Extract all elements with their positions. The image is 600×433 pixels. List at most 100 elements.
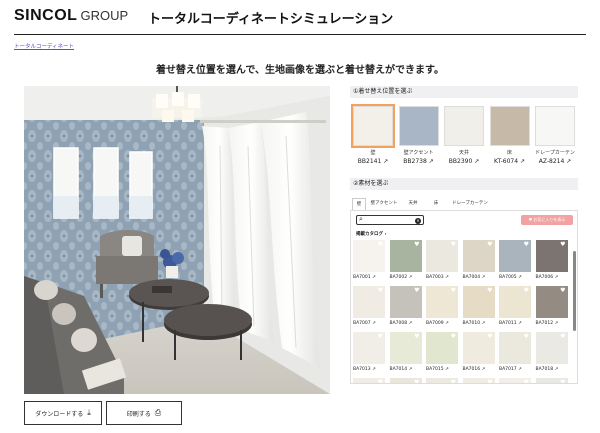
heart-icon[interactable]: ♥ — [451, 287, 456, 294]
position-list: 壁 BB2141 ↗ 壁アクセント BB2738 ↗ 天井 BB2390 ↗ 床 KT-607… — [350, 104, 578, 166]
heart-icon[interactable]: ♥ — [378, 241, 383, 248]
material-item[interactable]: ♥ BA7017 ↗ — [499, 332, 531, 372]
material-item[interactable]: ♥ BA7015 ↗ — [426, 332, 458, 372]
position-name: 壁 — [370, 150, 376, 156]
material-item[interactable]: ♥ BA7004 ↗ — [462, 240, 495, 280]
room-preview — [24, 86, 330, 394]
material-swatch: ♥ — [462, 286, 495, 318]
material-code: BA7013 ↗ — [353, 367, 376, 372]
material-item[interactable]: ♥ BA7002 ↗ — [389, 240, 422, 280]
heart-icon[interactable]: ♥ — [414, 241, 419, 248]
material-code: BA7014 ↗ — [389, 367, 413, 372]
external-link-icon: ↗ — [481, 321, 486, 326]
material-item[interactable]: ♥ BA7001 ↗ — [353, 240, 385, 280]
material-item[interactable]: ♥ BA7018 ↗ — [535, 332, 568, 372]
heart-icon[interactable]: ♥ — [414, 379, 419, 383]
heart-icon[interactable]: ♥ — [451, 333, 456, 340]
external-link-icon: ↗ — [518, 367, 522, 372]
material-item[interactable]: ♥ — [499, 378, 531, 383]
material-item[interactable]: ♥ BA7008 ↗ — [389, 286, 422, 326]
material-code: BA7009 ↗ — [426, 321, 449, 326]
logo[interactable]: SINCOL GROUP — [14, 7, 128, 25]
external-link-icon: ↗ — [372, 275, 376, 280]
heart-icon[interactable]: ♥ — [524, 241, 529, 248]
heart-icon[interactable]: ♥ — [560, 241, 565, 248]
material-code: BA7010 ↗ — [462, 321, 486, 326]
heart-icon[interactable]: ♥ — [487, 241, 492, 248]
material-item[interactable]: ♥ BA7014 ↗ — [389, 332, 422, 372]
position-swatch — [351, 104, 395, 148]
heart-icon[interactable]: ♥ — [524, 287, 529, 294]
tab-3[interactable]: 床 — [428, 198, 444, 210]
material-swatch: ♥ — [353, 378, 385, 383]
material-code: BA7018 ↗ — [535, 367, 559, 372]
material-item[interactable]: ♥ — [353, 378, 385, 383]
catalog-filter[interactable]: 掲載カタログ › — [356, 231, 386, 237]
material-code: BA7016 ↗ — [462, 367, 486, 372]
material-item[interactable]: ♥ BA7007 ↗ — [353, 286, 385, 326]
position-4[interactable]: ドレープカーテン AZ-8214 ↗ — [535, 106, 575, 165]
position-swatch — [535, 106, 575, 146]
material-item[interactable]: ♥ BA7011 ↗ — [499, 286, 531, 326]
material-code: BA7017 ↗ — [499, 367, 522, 372]
heart-icon[interactable]: ♥ — [414, 333, 419, 340]
heart-icon[interactable]: ♥ — [378, 333, 383, 340]
external-link-icon: ↗ — [408, 275, 413, 280]
external-link-icon: ↗ — [445, 367, 449, 372]
material-item[interactable]: ♥ BA7013 ↗ — [353, 332, 385, 372]
heart-icon[interactable]: ♥ — [560, 379, 565, 383]
tab-2[interactable]: 天井 — [402, 198, 424, 210]
material-item[interactable]: ♥ BA7009 ↗ — [426, 286, 458, 326]
logo-sub: GROUP — [80, 8, 129, 23]
heart-icon[interactable]: ♥ — [414, 287, 419, 294]
material-swatch: ♥ — [535, 332, 568, 364]
material-code: BA7002 ↗ — [389, 275, 413, 280]
position-2[interactable]: 天井 BB2390 ↗ — [444, 106, 484, 165]
external-link-icon: ↗ — [518, 321, 522, 326]
heart-icon[interactable]: ♥ — [378, 379, 383, 383]
material-item[interactable]: ♥ BA7005 ↗ — [499, 240, 531, 280]
position-1[interactable]: 壁アクセント BB2738 ↗ — [398, 106, 439, 165]
tab-4[interactable]: ドレープカーテン — [448, 198, 492, 210]
material-item[interactable]: ♥ BA7006 ↗ — [535, 240, 568, 280]
material-item[interactable]: ♥ — [462, 378, 495, 383]
heart-icon[interactable]: ♥ — [560, 287, 565, 294]
heart-icon[interactable]: ♥ — [378, 287, 383, 294]
material-item[interactable]: ♥ — [535, 378, 568, 383]
position-0[interactable]: 壁 BB2141 ↗ — [351, 104, 395, 165]
download-button[interactable]: ダウンロードする ⤓ — [24, 401, 102, 425]
tab-0[interactable]: 壁 — [352, 198, 366, 210]
position-code: BB2738 ↗ — [403, 158, 434, 165]
search-input[interactable]: ⌕ ✕ — [356, 215, 424, 225]
print-button[interactable]: 印刷する ⎙ — [106, 401, 182, 425]
tab-1[interactable]: 壁アクセント — [368, 198, 400, 210]
heart-icon[interactable]: ♥ — [487, 333, 492, 340]
position-3[interactable]: 床 KT-6074 ↗ — [489, 106, 530, 165]
external-link-icon: ↗ — [519, 158, 525, 165]
material-item[interactable]: ♥ BA7012 ↗ — [535, 286, 568, 326]
heart-icon[interactable]: ♥ — [560, 333, 565, 340]
material-swatch: ♥ — [426, 240, 458, 272]
simulation-panel: ①着せ替え位置を選ぶ 壁 BB2141 ↗ 壁アクセント BB2738 ↗ 天井 BB23… — [350, 86, 578, 384]
heart-icon[interactable]: ♥ — [524, 333, 529, 340]
scrollbar[interactable] — [573, 251, 576, 331]
material-code: BA7001 ↗ — [353, 275, 376, 280]
material-item[interactable]: ♥ — [389, 378, 422, 383]
header-divider — [14, 34, 586, 35]
material-swatch: ♥ — [499, 378, 531, 383]
clear-search-icon[interactable]: ✕ — [415, 217, 421, 224]
heart-icon[interactable]: ♥ — [451, 379, 456, 383]
material-code: BA7008 ↗ — [389, 321, 413, 326]
material-item[interactable]: ♥ BA7003 ↗ — [426, 240, 458, 280]
external-link-icon: ↗ — [481, 275, 486, 280]
material-item[interactable]: ♥ BA7016 ↗ — [462, 332, 495, 372]
heart-icon[interactable]: ♥ — [451, 241, 456, 248]
position-name: 床 — [506, 150, 512, 156]
material-item[interactable]: ♥ — [426, 378, 458, 383]
heart-icon[interactable]: ♥ — [524, 379, 529, 383]
heart-icon[interactable]: ♥ — [487, 287, 492, 294]
material-item[interactable]: ♥ BA7010 ↗ — [462, 286, 495, 326]
breadcrumb-link[interactable]: トータルコーディネート — [14, 42, 74, 50]
heart-icon[interactable]: ♥ — [487, 379, 492, 383]
show-favorites-button[interactable]: ♥ お気に入りを表示 — [521, 215, 573, 225]
